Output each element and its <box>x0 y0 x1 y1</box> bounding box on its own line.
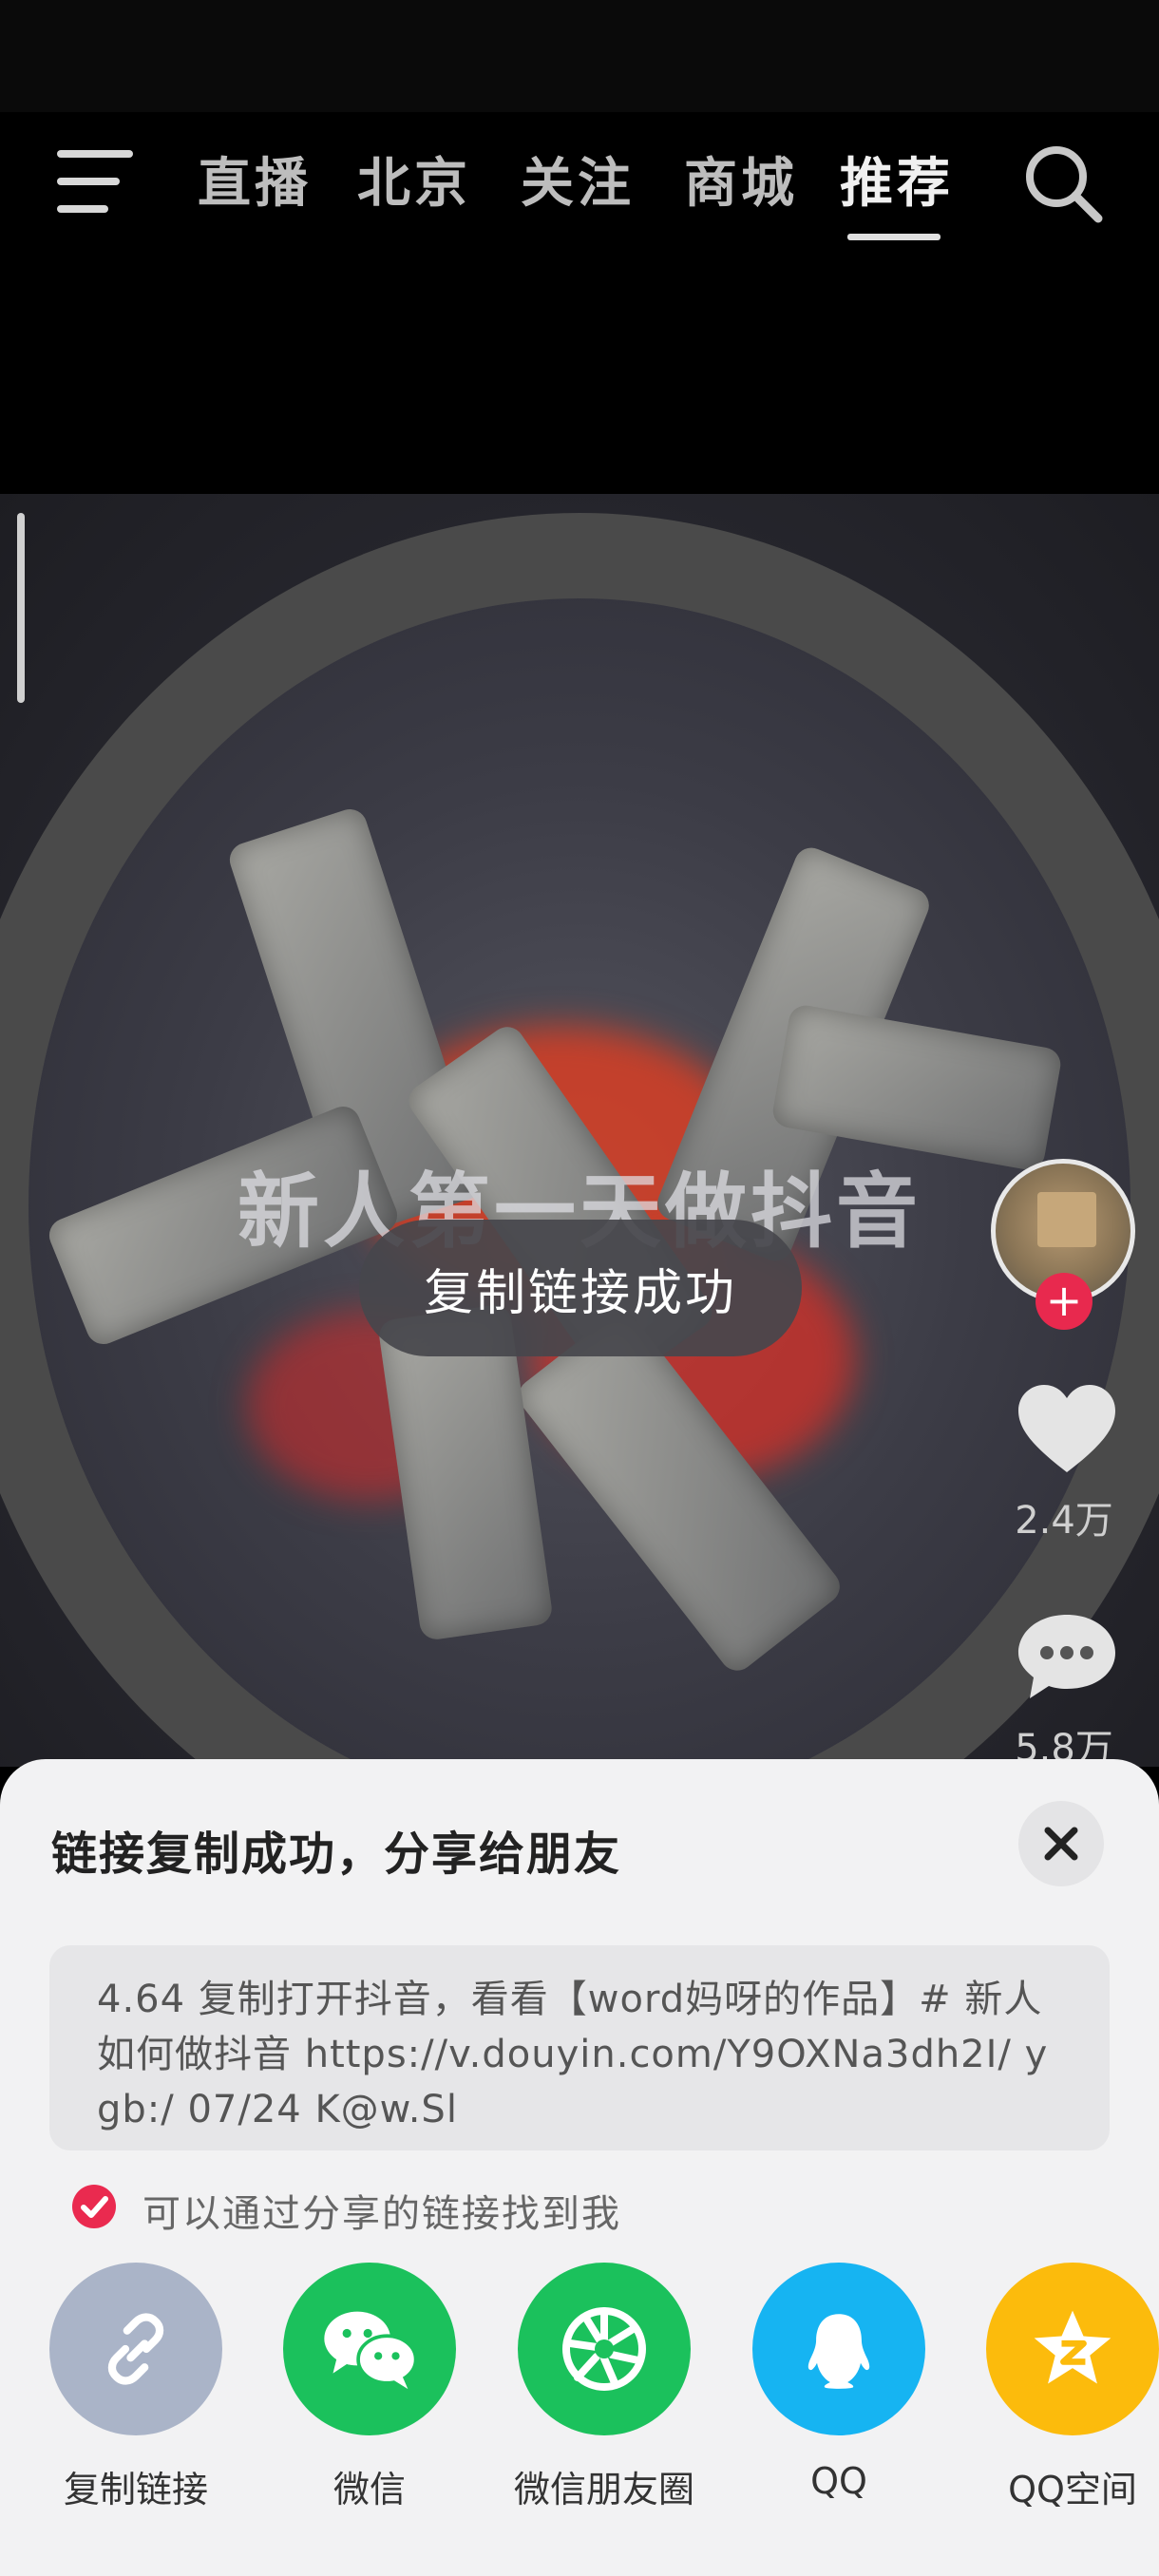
avatar-figure <box>1037 1192 1096 1247</box>
qq-icon <box>808 2314 870 2389</box>
tab-beijing[interactable]: 北京 <box>357 141 471 218</box>
share-wechat-button[interactable]: 微信 <box>279 2263 460 2512</box>
tab-following[interactable]: 关注 <box>521 141 635 218</box>
follow-button[interactable]: + <box>1036 1273 1092 1330</box>
checkmark-icon <box>81 2196 108 2218</box>
share-moments-button[interactable]: 微信朋友圈 <box>514 2263 694 2512</box>
status-bar <box>0 0 1159 112</box>
share-qzone-button[interactable]: QQ空间 <box>982 2263 1159 2512</box>
like-count: 2.4万 <box>1015 1499 1113 1543</box>
share-option-label: 复制链接 <box>63 2469 208 2510</box>
copy-success-toast: 复制链接成功 <box>359 1220 802 1356</box>
link-icon <box>107 2313 164 2385</box>
share-option-circle <box>49 2263 222 2435</box>
search-icon[interactable] <box>1020 141 1106 226</box>
share-option-label: QQ空间 <box>1008 2469 1137 2510</box>
close-icon <box>1044 1827 1078 1861</box>
share-option-label: 微信 <box>332 2469 406 2510</box>
active-tab-indicator <box>847 234 940 240</box>
discoverable-checkbox-label: 可以通过分享的链接找到我 <box>142 2192 621 2236</box>
share-sheet: 链接复制成功，分享给朋友 4.64 复制打开抖音，看看【word妈呀的作品】# … <box>0 1759 1159 2576</box>
moments-icon <box>562 2307 646 2391</box>
comment-icon[interactable] <box>1015 1609 1119 1704</box>
video-progress-indicator <box>17 513 25 703</box>
top-nav: 直播 北京 关注 商城 推荐 <box>0 112 1159 245</box>
discoverable-checkbox[interactable] <box>72 2185 116 2228</box>
share-link-text[interactable]: 4.64 复制打开抖音，看看【word妈呀的作品】# 新人如何做抖音 https… <box>49 1945 1110 2150</box>
share-sheet-title: 链接复制成功，分享给朋友 <box>51 1828 622 1881</box>
video-letterbox <box>0 245 1159 494</box>
like-icon[interactable] <box>1015 1382 1119 1477</box>
share-copy-link-button[interactable]: 复制链接 <box>46 2263 226 2512</box>
tab-mall[interactable]: 商城 <box>684 141 798 218</box>
qzone-icon <box>1034 2310 1112 2384</box>
tab-recommend[interactable]: 推荐 <box>840 141 954 218</box>
share-option-label: 微信朋友圈 <box>514 2469 695 2510</box>
wechat-icon <box>324 2311 418 2390</box>
video-player[interactable] <box>0 494 1159 1767</box>
menu-icon[interactable] <box>57 150 137 213</box>
share-qq-button[interactable]: QQ <box>749 2263 929 2502</box>
share-option-label: QQ <box>810 2460 867 2502</box>
tab-live[interactable]: 直播 <box>198 141 312 218</box>
close-button[interactable] <box>1018 1801 1104 1886</box>
